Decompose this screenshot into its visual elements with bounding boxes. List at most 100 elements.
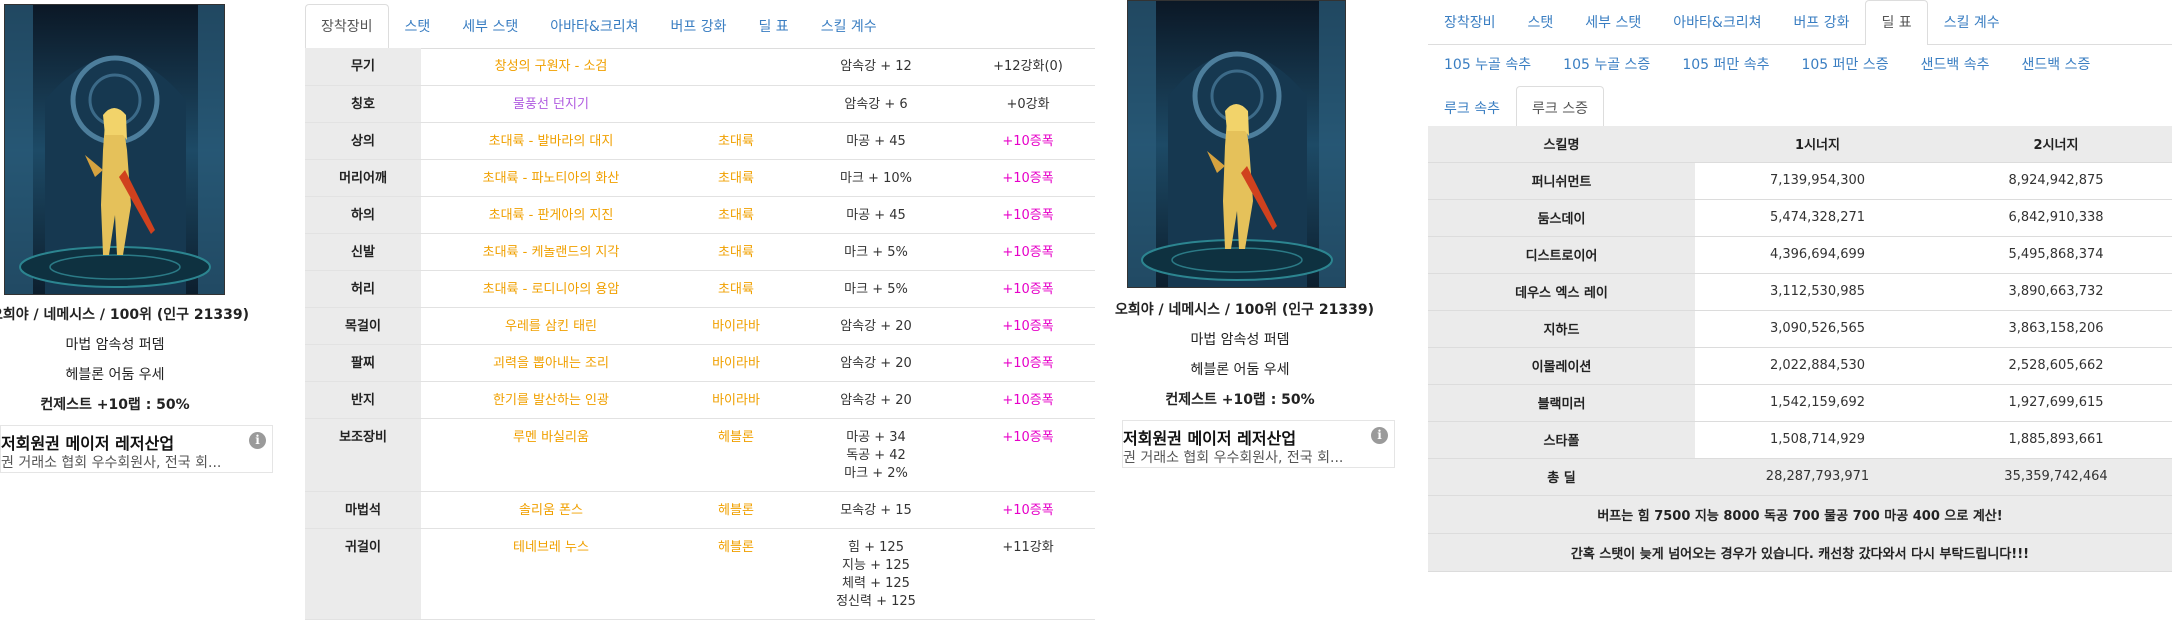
equipment-stats: 암속강 + 20 [791, 307, 961, 345]
equipment-set: 바이라바 [681, 344, 791, 382]
skill-name: 이몰레이션 [1428, 347, 1695, 385]
character-name: 오희야 / 네메시스 / 100위 (인구 21339) [0, 307, 249, 323]
tab-skill-coefficient[interactable]: 스킬 계수 [805, 4, 893, 48]
synergy-1-damage: 1,508,714,929 [1695, 421, 1940, 459]
ad-banner-middle[interactable]: 저회원권 메이저 레저산업 권 거래소 협회 우수회원사, 전국 회... i [1122, 420, 1395, 468]
equipment-stats: 암속강 + 6 [791, 85, 961, 123]
skill-name: 블랙미러 [1428, 384, 1695, 422]
skill-name: 데우스 엑스 레이 [1428, 273, 1695, 311]
tab-detail-stats[interactable]: 세부 스탯 [446, 4, 534, 48]
equipment-enhancement: +10증폭 [961, 344, 1095, 382]
equipment-name[interactable]: 테네브레 누스 [421, 528, 681, 620]
synergy-1-damage: 7,139,954,300 [1695, 162, 1940, 200]
equipment-slot: 팔찌 [305, 344, 421, 382]
equipment-row: 목걸이 우레를 삼킨 태린 바이라바 암속강 + 20 +10증폭 [305, 307, 1095, 345]
tab-buff-enhance[interactable]: 버프 강화 [1777, 0, 1865, 44]
equipment-enhancement: +10증폭 [961, 418, 1095, 492]
equipment-enhancement: +10증폭 [961, 491, 1095, 529]
equipment-name[interactable]: 창성의 구원자 - 소검 [421, 48, 681, 86]
subtab-sandbag-seujeung[interactable]: 샌드백 스증 [2005, 42, 2106, 86]
equipment-enhancement: +12강화(0) [961, 48, 1095, 86]
equipment-stat-line: 암속강 + 12 [840, 59, 912, 74]
equipment-name[interactable]: 초대륙 - 로디니아의 용암 [421, 270, 681, 308]
tab-avatar-creature[interactable]: 아바타&크리쳐 [1657, 0, 1777, 44]
tab-equipment[interactable]: 장착장비 [305, 4, 389, 49]
equipment-stats: 암속강 + 12 [791, 48, 961, 86]
equipment-slot: 허리 [305, 270, 421, 308]
equipment-enhancement: +10증폭 [961, 196, 1095, 234]
subtab-sandbag-sokchu[interactable]: 샌드백 속추 [1905, 42, 2006, 86]
equipment-set: 초대륙 [681, 122, 791, 160]
equipment-table: 무기 창성의 구원자 - 소검 암속강 + 12 +12강화(0) 칭호 물풍선 던지기 암… [305, 48, 1095, 620]
equipment-row: 머리어깨 초대륙 - 파노티아의 화산 초대륙 마크 + 10% +10증폭 [305, 159, 1095, 197]
subtab-105-perman-seujeung[interactable]: 105 퍼만 스증 [1785, 42, 1904, 86]
equipment-stats: 힘 + 125 지능 + 125 체력 + 125 정신력 + 125 [791, 528, 961, 620]
equipment-name[interactable]: 괴력을 뽑아내는 조리 [421, 344, 681, 382]
info-icon[interactable]: i [1371, 427, 1388, 444]
tab-damage-table[interactable]: 딜 표 [1865, 0, 1928, 45]
equipment-stat-line: 마공 + 45 [846, 207, 906, 223]
equipment-row: 무기 창성의 구원자 - 소검 암속강 + 12 +12강화(0) [305, 48, 1095, 86]
damage-row: 지하드 3,090,526,565 3,863,158,206 [1428, 310, 2172, 348]
equipment-name[interactable]: 초대륙 - 판게아의 지진 [421, 196, 681, 234]
skill-name: 둠스데이 [1428, 199, 1695, 237]
tab-damage-table[interactable]: 딜 표 [742, 4, 804, 48]
subtab-luke-seujeung[interactable]: 루크 스증 [1515, 86, 1604, 130]
equipment-stat-line: 정신력 + 125 [836, 593, 916, 609]
equipment-stat-line: 암속강 + 20 [840, 392, 912, 408]
damage-row: 스타폴 1,508,714,929 1,885,893,661 [1428, 421, 2172, 459]
ad-subtitle[interactable]: 권 거래소 협회 우수회원사, 전국 회... [1, 452, 221, 472]
equipment-slot: 머리어깨 [305, 159, 421, 197]
damage-row: 이몰레이션 2,022,884,530 2,528,605,662 [1428, 347, 2172, 385]
equipment-name[interactable]: 초대륙 - 파노티아의 화산 [421, 159, 681, 197]
subtab-105-perman-sokchu[interactable]: 105 퍼만 속추 [1666, 42, 1785, 86]
equipment-stat-line: 암속강 + 20 [840, 355, 912, 371]
equipment-name[interactable]: 루멘 바실리움 [421, 418, 681, 492]
equipment-name[interactable]: 초대륙 - 발바라의 대지 [421, 122, 681, 160]
tab-detail-stats[interactable]: 세부 스탯 [1569, 0, 1657, 44]
element-advantage: 헤블론 어둠 우세 [1190, 362, 1290, 378]
equipment-set: 초대륙 [681, 233, 791, 271]
equipment-set: 바이라바 [681, 381, 791, 419]
equipment-stat-line: 마공 + 45 [846, 133, 906, 149]
ad-title[interactable]: 저회원권 메이저 레저산업 [1, 430, 174, 454]
scenario-subtabs: 105 누골 속추 105 누골 스증 105 퍼만 속추 105 퍼만 스증 … [1428, 42, 2172, 130]
info-icon[interactable]: i [249, 432, 266, 449]
equipment-enhancement: +10증폭 [961, 122, 1095, 160]
subtab-105-nugol-seujeung[interactable]: 105 누골 스증 [1547, 42, 1666, 86]
synergy-1-damage: 2,022,884,530 [1695, 347, 1940, 385]
subtab-105-nugol-sokchu[interactable]: 105 누골 속추 [1428, 42, 1547, 86]
skill-name: 스타폴 [1428, 421, 1695, 459]
equipment-set: 바이라바 [681, 307, 791, 345]
congest-level: 컨제스트 +10랩 : 50% [40, 397, 190, 413]
synergy-2-damage: 1,927,699,615 [1940, 384, 2172, 422]
equipment-name[interactable]: 한기를 발산하는 인광 [421, 381, 681, 419]
equipment-slot: 신발 [305, 233, 421, 271]
equipment-name[interactable]: 물풍선 던지기 [421, 85, 681, 123]
tab-skill-coefficient[interactable]: 스킬 계수 [1928, 0, 2016, 44]
synergy-2-damage: 8,924,942,875 [1940, 162, 2172, 200]
ad-subtitle[interactable]: 권 거래소 협회 우수회원사, 전국 회... [1123, 447, 1343, 467]
tab-buff-enhance[interactable]: 버프 강화 [654, 4, 742, 48]
equipment-name[interactable]: 솔리움 폰스 [421, 491, 681, 529]
equipment-stat-line: 마공 + 34 [846, 429, 906, 445]
equipment-stat-line: 독공 + 42 [846, 447, 906, 463]
equipment-name[interactable]: 초대륙 - 케놀랜드의 지각 [421, 233, 681, 271]
tab-equipment[interactable]: 장착장비 [1428, 0, 1512, 44]
tab-avatar-creature[interactable]: 아바타&크리쳐 [534, 4, 654, 48]
tab-stats[interactable]: 스탯 [1512, 0, 1570, 44]
subtab-luke-sokchu[interactable]: 루크 속추 [1428, 86, 1516, 129]
equipment-stat-line: 마크 + 5% [844, 244, 908, 260]
ad-banner-left[interactable]: 저회원권 메이저 레저산업 권 거래소 협회 우수회원사, 전국 회... i [0, 425, 273, 473]
synergy-2-damage: 1,885,893,661 [1940, 421, 2172, 459]
equipment-name[interactable]: 우레를 삼킨 태린 [421, 307, 681, 345]
tab-stats[interactable]: 스탯 [389, 4, 447, 48]
equipment-stat-line: 마크 + 2% [844, 465, 908, 481]
character-name: 오희야 / 네메시스 / 100위 (인구 21339) [1115, 302, 1374, 318]
equipment-slot: 무기 [305, 48, 421, 86]
equipment-set [681, 85, 791, 123]
damage-row: 퍼니쉬먼트 7,139,954,300 8,924,942,875 [1428, 162, 2172, 200]
ad-title[interactable]: 저회원권 메이저 레저산업 [1123, 425, 1296, 449]
equipment-stat-line: 모속강 + 15 [840, 502, 912, 518]
equipment-row: 허리 초대륙 - 로디니아의 용암 초대륙 마크 + 5% +10증폭 [305, 270, 1095, 308]
